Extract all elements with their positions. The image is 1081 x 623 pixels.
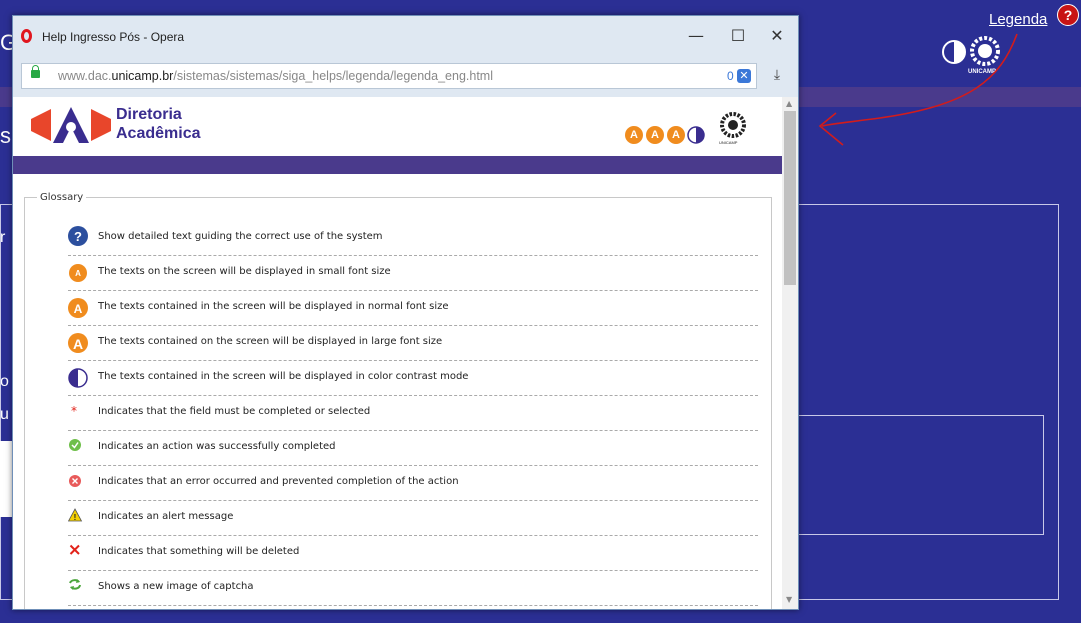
svg-text:A: A	[75, 269, 81, 278]
glossary-item: ? Show detailed text guiding the correct…	[68, 221, 758, 256]
glossary-item: ! Indicates an alert message	[68, 501, 758, 536]
asterisk-icon: *	[71, 404, 77, 418]
background-inner-box	[797, 415, 1044, 535]
normal-font-button[interactable]: A	[646, 126, 664, 144]
small-font-icon: A	[69, 264, 87, 282]
header-band	[13, 156, 782, 174]
minimize-button[interactable]: —	[681, 24, 711, 48]
glossary-item: Indicates an action was successfully com…	[68, 431, 758, 466]
glossary-item: A The texts contained on the screen will…	[68, 326, 758, 361]
large-font-button[interactable]: A	[667, 126, 685, 144]
glossary-item-text: Indicates an action was successfully com…	[98, 441, 336, 452]
page-viewport: Diretoria Acadêmica A A A UNICAMP Glossa…	[13, 97, 782, 609]
contrast-button[interactable]	[687, 126, 705, 144]
vertical-scrollbar[interactable]: ▲ ▼	[782, 97, 798, 609]
scroll-thumb[interactable]	[784, 111, 796, 285]
background-partial-text: s	[0, 123, 11, 148]
scroll-up-arrow[interactable]: ▲	[786, 99, 792, 108]
glossary-item: Indicates that an error occurred and pre…	[68, 466, 758, 501]
svg-text:A: A	[74, 302, 83, 316]
refresh-captcha-icon	[69, 579, 81, 590]
glossary-item-text: The texts contained on the screen will b…	[98, 336, 443, 347]
maximize-button[interactable]: ☐	[723, 24, 753, 48]
url-text[interactable]: www.dac.unicamp.br/sistemas/sistemas/sig…	[58, 69, 493, 83]
window-title: Help Ingresso Pós - Opera	[42, 30, 185, 44]
delete-icon	[69, 544, 80, 555]
opera-icon	[21, 29, 32, 43]
contrast-and-unicamp-logo	[942, 36, 1000, 66]
help-icon[interactable]: ?	[1057, 4, 1079, 26]
unicamp-logo	[720, 112, 746, 138]
normal-font-icon: A	[68, 298, 88, 318]
unicamp-label: UNICAMP	[968, 69, 996, 75]
svg-text:*: *	[71, 404, 77, 418]
download-icon[interactable]: ⤓	[769, 67, 785, 85]
dac-logo	[31, 107, 111, 143]
glossary-item-text: Show detailed text guiding the correct u…	[98, 231, 383, 242]
svg-text:?: ?	[74, 229, 82, 244]
scroll-down-arrow[interactable]: ▼	[786, 595, 792, 604]
svg-text:A: A	[73, 336, 83, 352]
extension-icon[interactable]: ✕	[737, 69, 751, 83]
glossary-item: A The texts contained in the screen will…	[68, 291, 758, 326]
glossary-item-text: The texts contained in the screen will b…	[98, 371, 469, 382]
help-popup-window: Help Ingresso Pós - Opera — ☐ ✕ www.dac.…	[12, 15, 799, 610]
glossary-item: * Indicates that the field must be compl…	[68, 396, 758, 431]
small-font-button[interactable]: A	[625, 126, 643, 144]
error-icon	[69, 475, 81, 487]
glossary-legend: Glossary	[37, 192, 87, 203]
glossary-item: Indicates that something will be deleted	[68, 536, 758, 571]
glossary-item-text: Indicates that something will be deleted	[98, 546, 300, 557]
glossary-item: The texts contained in the screen will b…	[68, 361, 758, 396]
glossary-item: A The texts on the screen will be displa…	[68, 256, 758, 291]
help-icon: ?	[68, 226, 88, 246]
extension-count: 0	[727, 69, 734, 83]
glossary-item-text: Indicates that an error occurred and pre…	[98, 476, 459, 487]
background-white-block	[0, 441, 12, 517]
glossary-item-text: Shows a new image of captcha	[98, 581, 254, 592]
glossary-item-text: The texts on the screen will be displaye…	[98, 266, 391, 277]
large-font-icon: A	[68, 333, 88, 353]
contrast-icon	[68, 368, 88, 388]
success-icon	[69, 439, 81, 451]
glossary-item-text: The texts contained in the screen will b…	[98, 301, 449, 312]
address-bar[interactable]: www.dac.unicamp.br/sistemas/sistemas/sig…	[21, 63, 757, 89]
window-titlebar[interactable]: Help Ingresso Pós - Opera — ☐ ✕	[13, 16, 798, 58]
glossary-item: Shows a new image of captcha	[68, 571, 758, 606]
lock-icon	[31, 65, 40, 78]
glossary-item-text: Indicates that the field must be complet…	[98, 406, 371, 417]
svg-text:!: !	[74, 513, 77, 522]
close-button[interactable]: ✕	[762, 24, 792, 48]
unicamp-logo-label: UNICAMP	[719, 140, 738, 145]
legenda-link[interactable]: Legenda	[989, 11, 1047, 28]
org-name: Diretoria Acadêmica	[116, 106, 201, 142]
alert-icon: !	[68, 508, 83, 522]
glossary-item-text: Indicates an alert message	[98, 511, 234, 522]
